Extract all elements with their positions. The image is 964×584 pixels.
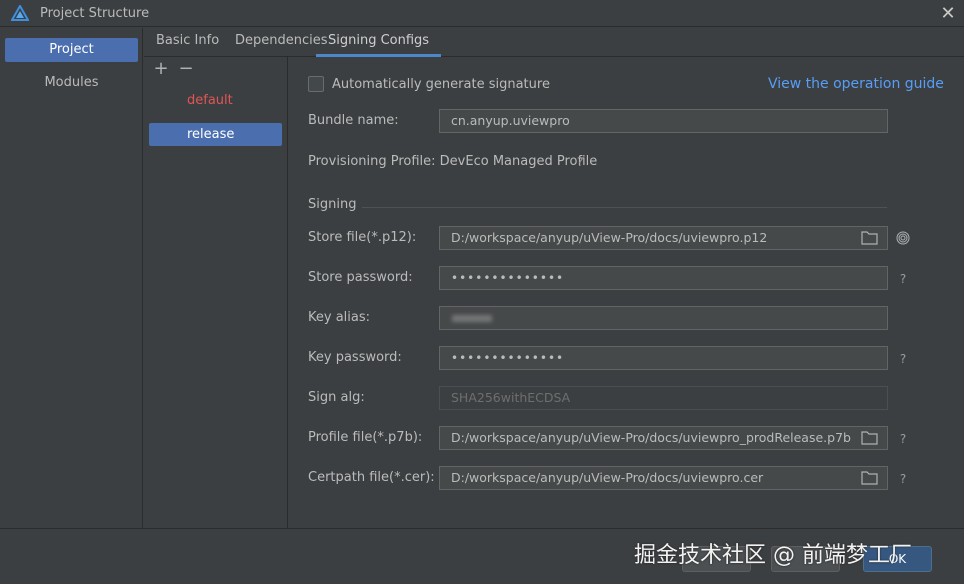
key-alias-field[interactable] [439,306,888,330]
bundle-name-field[interactable]: cn.anyup.uviewpro [439,109,888,133]
profile-file-value: D:/workspace/anyup/uView-Pro/docs/uviewp… [451,430,851,445]
folder-icon[interactable] [861,430,878,445]
remove-config-button[interactable]: − [178,59,194,79]
tab-signing-configs[interactable]: Signing Configs [316,33,442,57]
signing-form: Automatically generate signature View th… [289,57,964,528]
store-password-field[interactable]: •••••••••••••• [439,266,888,290]
sign-alg-field: SHA256withECDSA [439,386,888,410]
close-icon[interactable]: ✕ [938,4,958,24]
provisioning-help-icon[interactable]: ? [574,155,586,169]
key-password-field[interactable]: •••••••••••••• [439,346,888,370]
auto-sign-label: Automatically generate signature [332,77,550,92]
tab-dependencies[interactable]: Dependencies [235,33,328,57]
store-file-field[interactable]: D:/workspace/anyup/uView-Pro/docs/uviewp… [439,226,888,250]
fingerprint-icon[interactable] [896,231,910,245]
certpath-file-label: Certpath file(*.cer): [308,470,435,485]
tab-basic-info[interactable]: Basic Info [156,33,219,57]
tab-bar: Basic Info Dependencies Signing Configs [144,28,964,57]
certpath-file-value: D:/workspace/anyup/uView-Pro/docs/uviewp… [451,470,764,485]
store-password-label: Store password: [308,270,413,285]
signing-config-list: + − default release [144,57,288,528]
key-password-label: Key password: [308,350,402,365]
key-alias-label: Key alias: [308,310,371,325]
key-password-help-icon[interactable]: ? [897,352,909,366]
operation-guide-link[interactable]: View the operation guide [768,76,944,92]
auto-sign-checkbox[interactable] [308,76,324,92]
signing-section-title: Signing [308,197,357,212]
store-password-help-icon[interactable]: ? [897,272,909,286]
section-divider [362,207,887,208]
folder-icon[interactable] [861,230,878,245]
certpath-file-field[interactable]: D:/workspace/anyup/uView-Pro/docs/uviewp… [439,466,888,490]
config-item-release[interactable]: release [149,123,282,146]
profile-file-help-icon[interactable]: ? [897,432,909,446]
bundle-name-label: Bundle name: [308,113,399,128]
certpath-file-help-icon[interactable]: ? [897,472,909,486]
dialog-footer: OK 掘金技术社区 @ 前端梦工厂 [0,528,964,584]
title-bar: Project Structure ✕ [0,0,964,27]
left-nav: Project Modules [0,28,143,528]
store-file-value: D:/workspace/anyup/uView-Pro/docs/uviewp… [451,230,768,245]
store-file-label: Store file(*.p12): [308,230,417,245]
profile-file-field[interactable]: D:/workspace/anyup/uView-Pro/docs/uviewp… [439,426,888,450]
sign-alg-label: Sign alg: [308,390,365,405]
window-title: Project Structure [40,6,150,21]
nav-item-project[interactable]: Project [5,38,138,62]
key-alias-blurred [452,315,492,322]
deveco-logo-icon [11,5,29,21]
config-item-default[interactable]: default [149,89,282,112]
add-config-button[interactable]: + [153,59,169,79]
nav-item-modules[interactable]: Modules [5,71,138,95]
folder-icon[interactable] [861,470,878,485]
provisioning-profile-label: Provisioning Profile: DevEco Managed Pro… [308,154,598,169]
watermark-text: 掘金技术社区 @ 前端梦工厂 [634,543,912,568]
profile-file-label: Profile file(*.p7b): [308,430,423,445]
